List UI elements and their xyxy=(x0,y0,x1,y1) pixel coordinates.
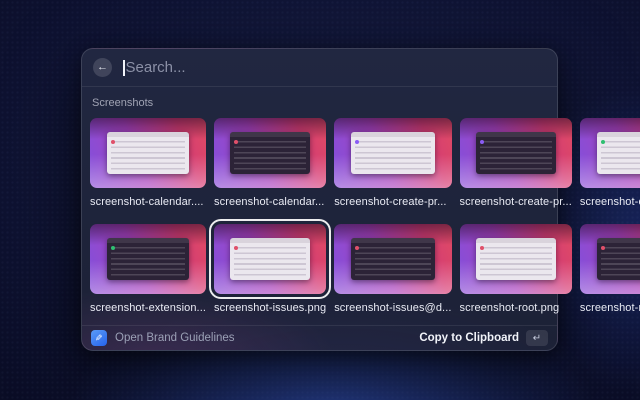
text-caret xyxy=(123,60,125,76)
thumbnail-window-preview xyxy=(107,238,189,280)
thumbnail-window-preview xyxy=(230,238,310,280)
thumbnail-window-preview xyxy=(107,132,189,174)
file-name: screenshot-extension... xyxy=(90,302,206,314)
accent-dot xyxy=(234,140,238,144)
accent-dot xyxy=(111,246,115,250)
grid-item-root-dark[interactable]: screenshot-root@dar... xyxy=(580,224,640,314)
screenshot-thumbnail xyxy=(580,224,640,294)
thumbnail-window-preview xyxy=(476,132,556,174)
accent-dot xyxy=(234,246,238,250)
screenshot-thumbnail xyxy=(214,118,326,188)
section-title: Screenshots xyxy=(92,97,547,109)
grid-item-extension[interactable]: screenshot-extension... xyxy=(580,118,640,208)
screenshot-grid: screenshot-calendar.... screenshot-calen… xyxy=(90,118,549,314)
thumbnail-window-preview xyxy=(230,132,310,174)
screenshot-thumbnail xyxy=(90,118,206,188)
grid-item-extension-dark[interactable]: screenshot-extension... xyxy=(90,224,206,314)
grid-item-create-pr-dark[interactable]: screenshot-create-pr... xyxy=(460,118,572,208)
screenshot-thumbnail xyxy=(460,118,572,188)
screenshot-thumbnail xyxy=(334,224,451,294)
thumbnail-window-preview xyxy=(597,132,640,174)
search-input[interactable] xyxy=(126,59,547,76)
file-name: screenshot-calendar... xyxy=(214,196,326,208)
file-name: screenshot-extension... xyxy=(580,196,640,208)
file-name: screenshot-issues.png xyxy=(214,302,326,314)
thumbnail-window-preview xyxy=(351,132,434,174)
file-name: screenshot-calendar.... xyxy=(90,196,206,208)
screenshot-thumbnail xyxy=(460,224,572,294)
grid-item-issues-dark[interactable]: screenshot-issues@d... xyxy=(334,224,451,314)
accent-dot xyxy=(111,140,115,144)
accent-dot xyxy=(355,140,359,144)
grid-item-root[interactable]: screenshot-root.png xyxy=(460,224,572,314)
accent-dot xyxy=(601,140,605,144)
screenshot-thumbnail xyxy=(214,224,326,294)
action-bar: ✎ Open Brand Guidelines Copy to Clipboar… xyxy=(82,325,557,350)
thumbnail-window-preview xyxy=(597,238,640,280)
enter-key-icon: ↵ xyxy=(526,330,548,346)
file-name: screenshot-create-pr... xyxy=(460,196,572,208)
brand-guidelines-pen-icon: ✎ xyxy=(91,330,107,346)
primary-action[interactable]: Copy to Clipboard ↵ xyxy=(419,330,548,346)
accent-dot xyxy=(601,246,605,250)
grid-item-create-pr[interactable]: screenshot-create-pr... xyxy=(334,118,451,208)
accent-dot xyxy=(480,246,484,250)
extension-title: Open Brand Guidelines xyxy=(115,332,235,344)
launcher-window: ← Screenshots screenshot-calendar.... sc… xyxy=(81,48,558,351)
back-button[interactable]: ← xyxy=(93,58,112,77)
extension-info: ✎ Open Brand Guidelines xyxy=(91,330,235,346)
results-area: Screenshots screenshot-calendar.... scre… xyxy=(82,87,557,325)
file-name: screenshot-create-pr... xyxy=(334,196,451,208)
accent-dot xyxy=(480,140,484,144)
screenshot-thumbnail xyxy=(580,118,640,188)
grid-item-calendar-dark[interactable]: screenshot-calendar... xyxy=(214,118,326,208)
grid-item-calendar[interactable]: screenshot-calendar.... xyxy=(90,118,206,208)
file-name: screenshot-root.png xyxy=(460,302,572,314)
thumbnail-window-preview xyxy=(476,238,556,280)
file-name: screenshot-root@dar... xyxy=(580,302,640,314)
back-arrow-icon: ← xyxy=(97,58,108,77)
grid-item-issues-selected[interactable]: screenshot-issues.png xyxy=(214,224,326,314)
search-bar: ← xyxy=(82,49,557,87)
primary-action-label: Copy to Clipboard xyxy=(419,332,519,344)
accent-dot xyxy=(355,246,359,250)
file-name: screenshot-issues@d... xyxy=(334,302,451,314)
thumbnail-window-preview xyxy=(351,238,434,280)
screenshot-thumbnail xyxy=(334,118,451,188)
screenshot-thumbnail xyxy=(90,224,206,294)
